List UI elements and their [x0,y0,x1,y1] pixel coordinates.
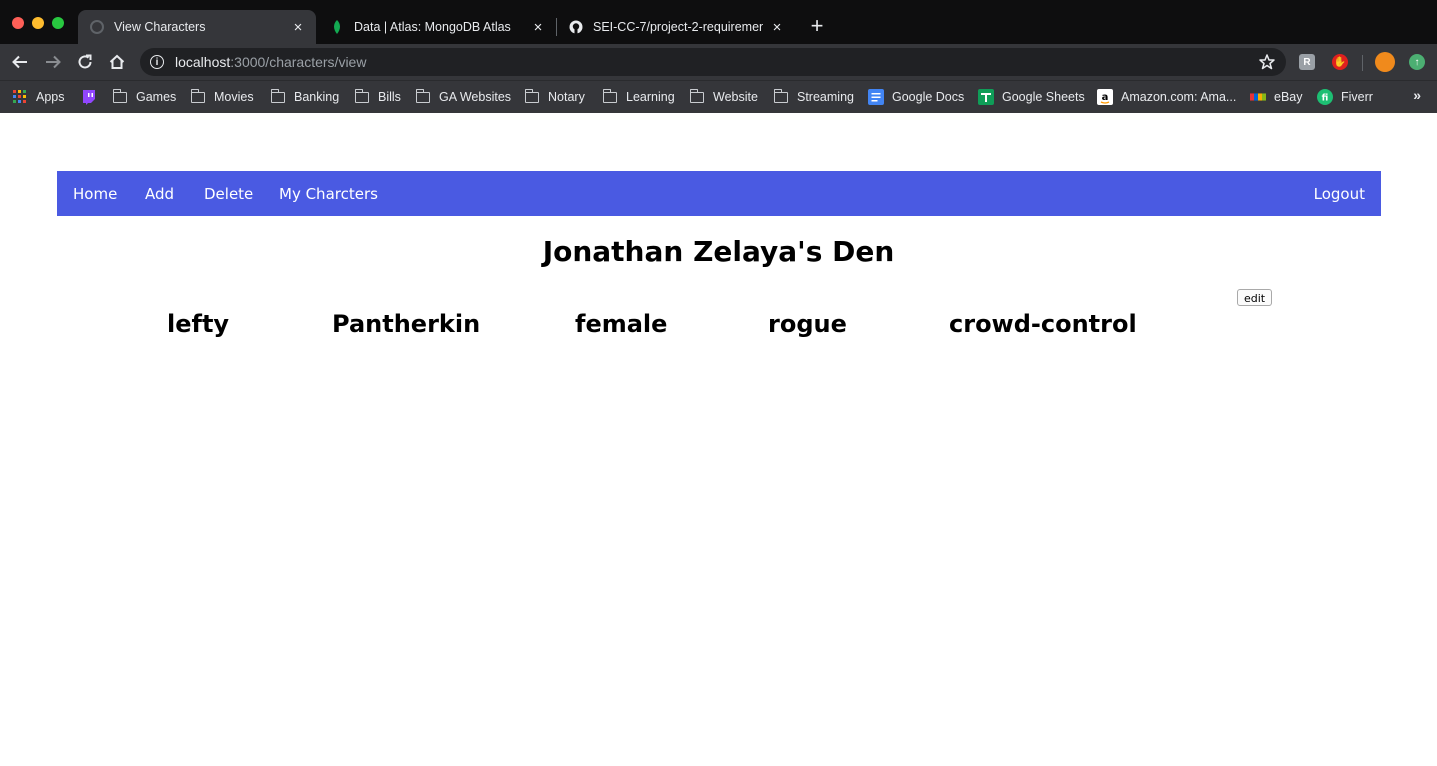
nav-add-link[interactable]: Add [145,185,174,203]
bookmark-label: Website [713,90,758,104]
folder-icon [112,88,128,104]
bookmark-folder-learning[interactable]: Learning [602,87,675,107]
bookmark-folder-games[interactable]: Games [112,87,176,107]
apps-grid-icon [12,90,28,104]
ebay-icon [1250,90,1266,104]
adblock-hand-icon[interactable]: ✋ [1332,54,1348,70]
mongodb-leaf-icon [330,20,344,34]
site-info-icon[interactable]: i [150,55,164,69]
folder-icon [415,88,431,104]
maximize-window-button[interactable] [52,17,64,29]
twitch-icon [81,89,97,105]
character-name: lefty [167,310,230,338]
tab-mongodb-atlas[interactable]: Data | Atlas: MongoDB Atlas × [318,10,556,44]
bookmark-label: Amazon.com: Ama... [1121,90,1237,104]
bookmark-amazon[interactable]: a Amazon.com: Ama... [1097,87,1236,107]
tab-title: View Characters [114,20,206,34]
bookmark-label: eBay [1274,90,1303,104]
forward-arrow-icon[interactable] [41,50,65,74]
bookmark-folder-ga-websites[interactable]: GA Websites [415,87,511,107]
toolbar-separator [1362,55,1363,71]
bookmark-apps[interactable]: Apps [12,87,65,107]
character-race: Pantherkin [332,310,481,338]
bookmark-label: Learning [626,90,675,104]
bookmark-label: Streaming [797,90,854,104]
bookmark-star-icon[interactable] [1258,53,1276,76]
url-host: localhost [175,54,231,70]
bookmark-label: Banking [294,90,340,104]
svg-text:a: a [1102,92,1109,103]
more-bookmarks-chevron-icon[interactable]: » [1413,87,1421,103]
bookmark-google-docs[interactable]: Google Docs [868,87,964,107]
bookmark-folder-notary[interactable]: Notary [524,87,585,107]
bookmarks-bar: Apps Games Movies Banking Bills GA Websi… [0,80,1437,113]
browser-toolbar: i localhost:3000/characters/view R ✋ ↑ [0,44,1437,80]
loading-globe-icon [90,20,104,34]
tab-view-characters[interactable]: View Characters × [78,10,316,44]
bookmark-folder-streaming[interactable]: Streaming [773,87,854,107]
nav-home-link[interactable]: Home [73,185,117,203]
tab-title: Data | Atlas: MongoDB Atlas [354,20,511,34]
bookmark-label: Notary [548,90,585,104]
folder-icon [354,88,370,104]
update-arrow-icon[interactable]: ↑ [1409,54,1425,70]
folder-icon [602,88,618,104]
bookmark-folder-banking[interactable]: Banking [270,87,339,107]
url-path: :3000/characters/view [230,54,367,70]
bookmark-twitch[interactable] [81,87,105,107]
minimize-window-button[interactable] [32,17,44,29]
bookmark-label: Movies [214,90,254,104]
bookmark-label: GA Websites [439,90,512,104]
tab-strip: View Characters × Data | Atlas: MongoDB … [0,0,1437,44]
folder-icon [773,88,789,104]
bookmark-folder-movies[interactable]: Movies [190,87,254,107]
bookmark-label: Games [136,90,177,104]
character-gender: female [575,310,668,338]
bookmark-label: Bills [378,90,401,104]
tab-title: SEI-CC-7/project-2-requirement [593,20,763,34]
bookmark-fiverr[interactable]: fi Fiverr [1317,87,1373,107]
bookmark-label: Google Docs [892,90,965,104]
svg-text:fi: fi [1322,94,1329,104]
google-docs-icon [868,89,884,105]
nav-my-characters-link[interactable]: My Charcters [279,185,378,203]
extension-icon[interactable]: R [1299,54,1315,70]
folder-icon [190,88,206,104]
page-title: Jonathan Zelaya's Den [542,235,895,268]
amazon-icon: a [1097,89,1113,105]
close-tab-icon[interactable]: × [530,19,546,36]
nav-logout-link[interactable]: Logout [1314,185,1365,203]
folder-icon [689,88,705,104]
back-arrow-icon[interactable] [8,50,32,74]
folder-icon [270,88,286,104]
bookmark-label: Google Sheets [1002,90,1085,104]
site-navbar: Home Add Delete My Charcters Logout [57,171,1381,216]
bookmark-folder-website[interactable]: Website [689,87,758,107]
github-icon [569,20,583,34]
google-sheets-icon [978,89,994,105]
url-text[interactable]: localhost:3000/characters/view [175,54,366,70]
new-tab-button[interactable]: + [804,14,830,40]
close-tab-icon[interactable]: × [290,19,306,36]
character-role: crowd-control [949,310,1137,338]
edit-button[interactable]: edit [1237,289,1272,306]
browser-chrome: View Characters × Data | Atlas: MongoDB … [0,0,1437,113]
bookmark-label: Apps [36,90,65,104]
character-class: rogue [768,310,847,338]
reload-icon[interactable] [73,50,97,74]
bookmark-label: Fiverr [1341,90,1373,104]
address-bar[interactable]: i localhost:3000/characters/view [140,48,1286,76]
home-icon[interactable] [105,50,129,74]
close-tab-icon[interactable]: × [769,19,785,36]
bookmark-folder-bills[interactable]: Bills [354,87,401,107]
bookmark-ebay[interactable]: eBay [1250,87,1303,107]
fiverr-icon: fi [1317,89,1333,105]
tab-github-requirements[interactable]: SEI-CC-7/project-2-requirement × [557,10,795,44]
nav-delete-link[interactable]: Delete [204,185,253,203]
close-window-button[interactable] [12,17,24,29]
bookmark-google-sheets[interactable]: Google Sheets [978,87,1085,107]
folder-icon [524,88,540,104]
profile-avatar-icon[interactable] [1375,52,1395,72]
